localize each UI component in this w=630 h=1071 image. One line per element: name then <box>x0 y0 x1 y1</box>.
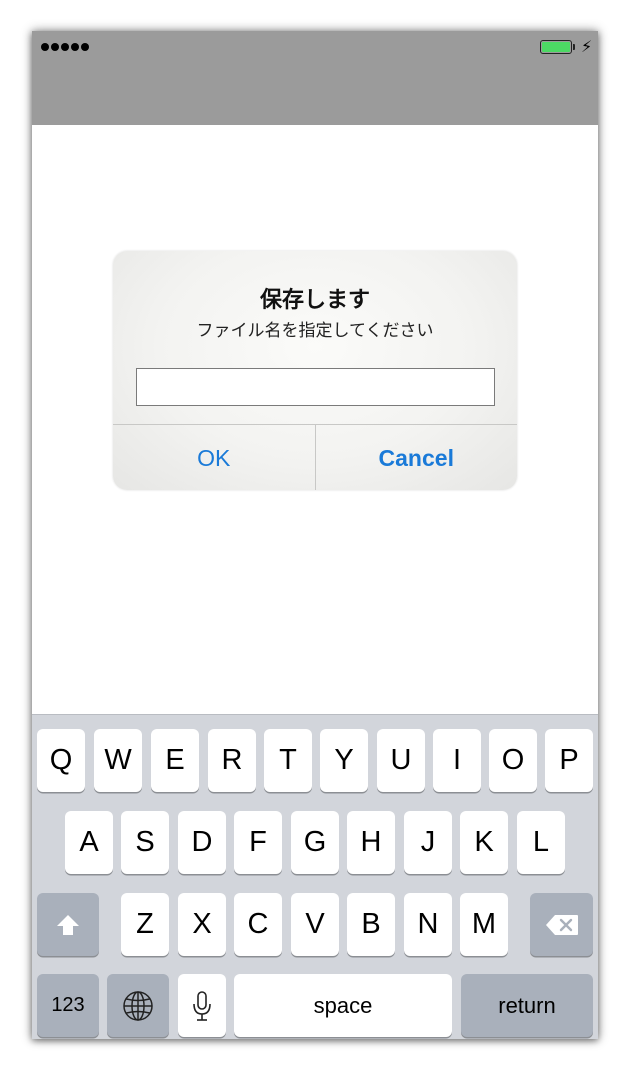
keyboard: Q W E R T Y U I O P A S D F G H J K L Z … <box>32 714 598 1039</box>
key-d[interactable]: D <box>178 811 226 874</box>
battery-level-fill <box>542 42 570 52</box>
globe-icon <box>123 990 153 1021</box>
key-c[interactable]: C <box>234 893 282 956</box>
globe-key[interactable] <box>107 974 169 1037</box>
shift-key[interactable] <box>37 893 99 956</box>
key-p[interactable]: P <box>545 729 593 792</box>
key-j[interactable]: J <box>404 811 452 874</box>
key-r[interactable]: R <box>208 729 256 792</box>
return-key[interactable]: return <box>461 974 593 1037</box>
cancel-button[interactable]: Cancel <box>314 425 518 490</box>
key-o[interactable]: O <box>489 729 537 792</box>
delete-key[interactable] <box>530 893 593 956</box>
microphone-icon <box>193 990 211 1021</box>
microphone-key[interactable] <box>178 974 226 1037</box>
key-i[interactable]: I <box>433 729 481 792</box>
ok-button[interactable]: OK <box>113 425 315 490</box>
bolt-icon: ⚡︎ <box>581 37 593 56</box>
phone-screen: ⚡︎ 保存します ファイル名を指定してください OK Cancel Q W E … <box>32 31 598 1039</box>
key-f[interactable]: F <box>234 811 282 874</box>
filename-input[interactable] <box>136 368 495 406</box>
key-q[interactable]: Q <box>37 729 85 792</box>
key-w[interactable]: W <box>94 729 142 792</box>
key-m[interactable]: M <box>460 893 508 956</box>
key-l[interactable]: L <box>517 811 565 874</box>
key-x[interactable]: X <box>178 893 226 956</box>
battery-icon <box>540 40 575 54</box>
status-bar: ⚡︎ <box>32 31 598 125</box>
key-z[interactable]: Z <box>121 893 169 956</box>
key-t[interactable]: T <box>264 729 312 792</box>
key-s[interactable]: S <box>121 811 169 874</box>
save-alert-dialog: 保存します ファイル名を指定してください OK Cancel <box>113 251 517 490</box>
key-k[interactable]: K <box>460 811 508 874</box>
alert-title: 保存します <box>259 288 370 313</box>
key-u[interactable]: U <box>377 729 425 792</box>
key-e[interactable]: E <box>151 729 199 792</box>
shift-arrow-icon <box>57 914 79 935</box>
numbers-key[interactable]: 123 <box>37 974 99 1037</box>
key-a[interactable]: A <box>65 811 113 874</box>
alert-message: ファイル名を指定してください <box>196 321 434 341</box>
signal-strength-icon <box>41 43 89 51</box>
key-y[interactable]: Y <box>320 729 368 792</box>
key-g[interactable]: G <box>291 811 339 874</box>
alert-button-row: OK Cancel <box>113 424 517 490</box>
space-key[interactable]: space <box>234 974 452 1037</box>
delete-backspace-icon <box>545 914 578 935</box>
key-b[interactable]: B <box>347 893 395 956</box>
key-v[interactable]: V <box>291 893 339 956</box>
key-n[interactable]: N <box>404 893 452 956</box>
key-h[interactable]: H <box>347 811 395 874</box>
